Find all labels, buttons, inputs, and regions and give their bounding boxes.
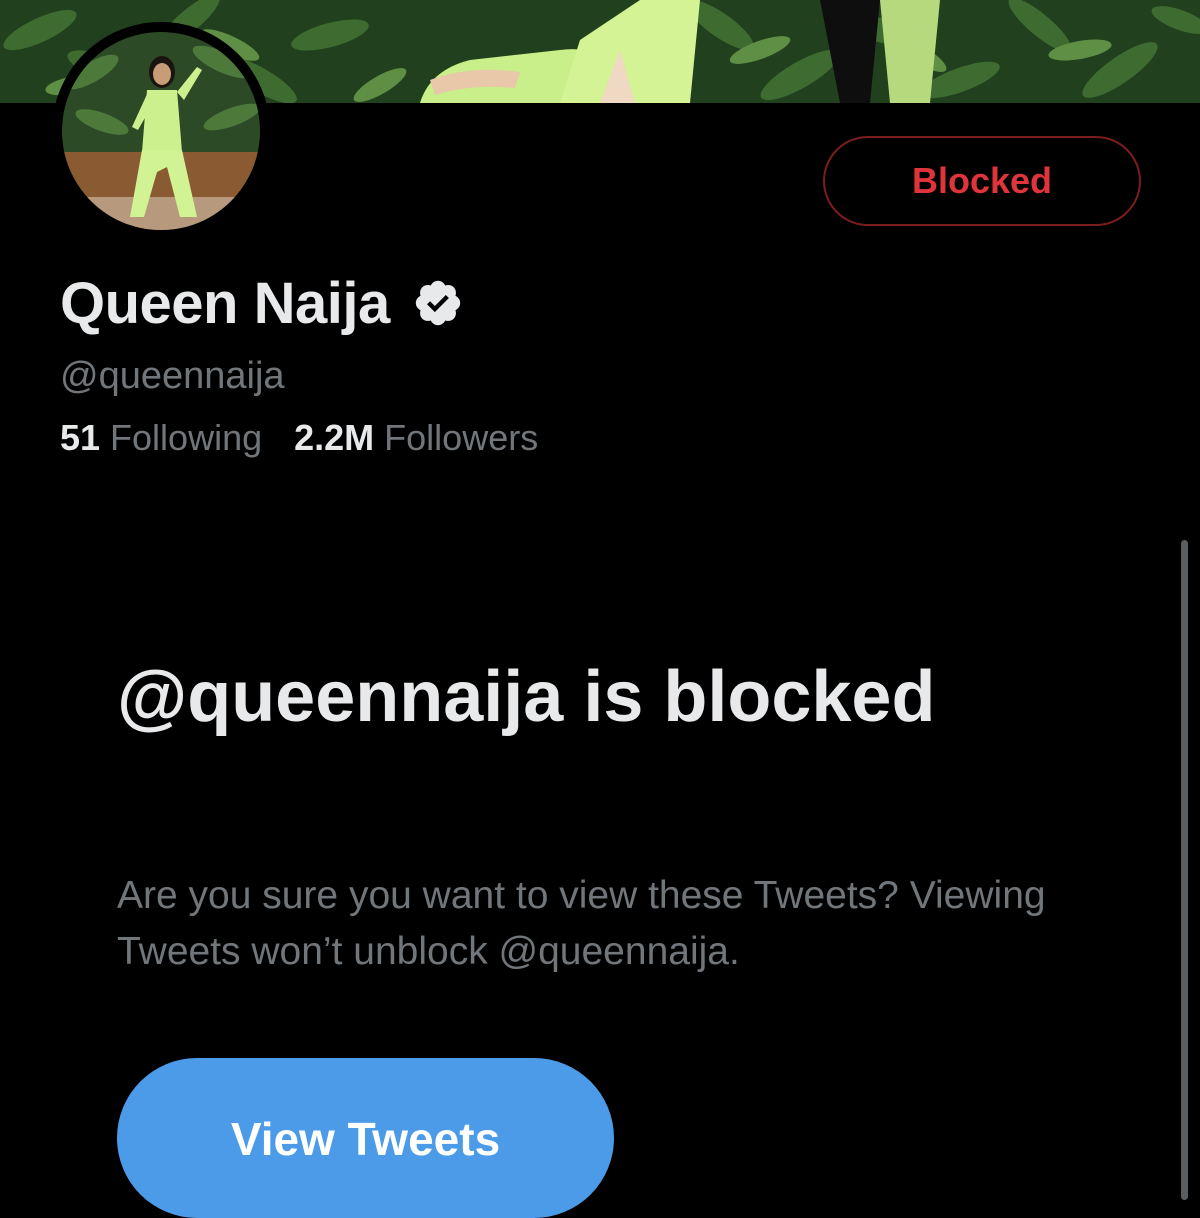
following-count: 51	[60, 417, 101, 458]
followers-count: 2.2M	[294, 417, 375, 458]
following-stat[interactable]: 51 Following	[60, 417, 262, 459]
profile-handle: @queennaija	[60, 355, 285, 397]
profile-name-row: Queen Naija	[60, 268, 464, 338]
avatar-photo	[62, 32, 260, 230]
view-tweets-label: View Tweets	[230, 1113, 501, 1165]
blocked-notice-title: @queennaija is blocked	[117, 657, 936, 737]
following-label: Following	[110, 417, 263, 458]
display-name: Queen Naija	[60, 270, 390, 336]
scrollbar[interactable]	[1181, 540, 1188, 1200]
followers-stat[interactable]: 2.2M Followers	[294, 417, 538, 459]
profile-stats: 51 Following 2.2M Followers	[60, 417, 570, 459]
verified-badge-icon	[412, 277, 464, 329]
blocked-button-label: Blocked	[911, 160, 1053, 201]
followers-label: Followers	[384, 417, 539, 458]
view-tweets-button[interactable]: View Tweets	[117, 1058, 614, 1218]
blocked-button[interactable]: Blocked	[823, 136, 1141, 226]
profile-avatar[interactable]	[52, 22, 270, 240]
blocked-notice-subtitle: Are you sure you want to view these Twee…	[117, 874, 1046, 973]
